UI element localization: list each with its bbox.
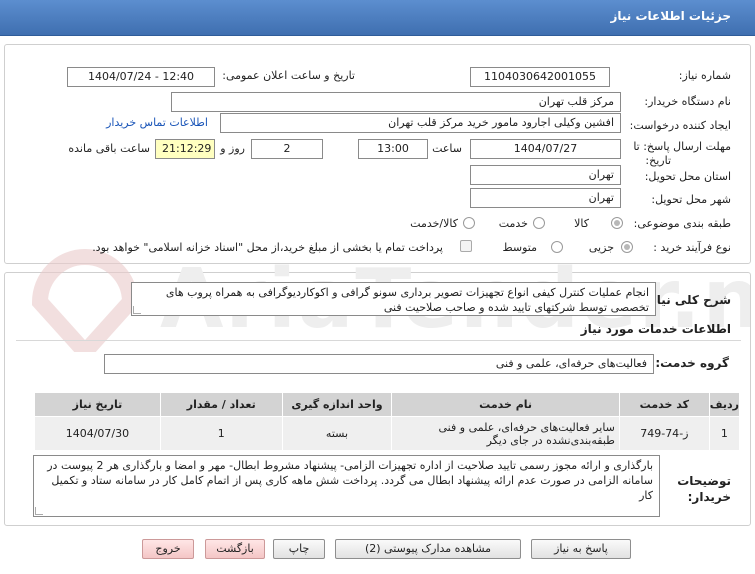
service-group-label: گروه خدمت: <box>655 356 729 370</box>
category-goods-label: کالا <box>574 217 589 230</box>
category-goods-service-radio[interactable] <box>463 217 475 229</box>
creator-value: افشین وکیلی اجارود مامور خرید مرکز قلب ت… <box>220 113 621 133</box>
reply-button[interactable]: پاسخ به نیاز <box>531 539 631 559</box>
exit-button[interactable]: خروج <box>142 539 194 559</box>
summary-label: شرح کلی نیاز: <box>645 293 731 307</box>
buyer-label: نام دستگاه خریدار: <box>644 95 731 108</box>
resize-grip-icon[interactable] <box>35 507 43 515</box>
cell-qty: 1 <box>159 416 283 451</box>
category-goods-service-label: کالا/خدمت <box>410 217 458 230</box>
deadline-label-date: تاریخ: <box>645 154 671 167</box>
col-unit-header: واحد اندازه گیری <box>281 392 393 417</box>
time-remaining-value: 21:12:29 <box>155 139 215 159</box>
process-minor-label: جزیی <box>588 241 614 254</box>
category-label: طبقه بندی موضوعی: <box>633 217 731 230</box>
process-minor-radio[interactable] <box>621 241 633 253</box>
category-service-label: خدمت <box>498 217 528 230</box>
need-number-value: 1104030642001055 <box>470 67 610 87</box>
treasury-payment-note: پرداخت تمام یا بخشی از مبلغ خرید،از محل … <box>92 241 443 254</box>
summary-text: انجام عملیات کنترل کیفی انواع تجهیزات تص… <box>131 282 656 316</box>
category-service-radio[interactable] <box>533 217 545 229</box>
buyer-value: مرکز قلب تهران <box>171 92 621 112</box>
city-value: تهران <box>470 188 621 208</box>
days-remaining-value: 2 <box>251 139 323 159</box>
services-title: اطلاعات خدمات مورد نیاز <box>580 322 731 336</box>
resize-grip-icon[interactable] <box>133 306 141 314</box>
services-table: ردیف کد خدمت نام خدمت واحد اندازه گیری ت… <box>34 392 741 451</box>
deadline-time-label: ساعت <box>432 142 462 155</box>
col-qty-header: تعداد / مقدار <box>159 392 283 417</box>
process-medium-radio[interactable] <box>551 241 563 253</box>
notes-text-content: بارگذاری و ارائه مجوز رسمی تایید صلاحیت … <box>47 459 653 502</box>
buyer-contact-link[interactable]: اطلاعات تماس خریدار <box>106 116 208 129</box>
col-code-header: کد خدمت <box>618 392 710 417</box>
cell-code: ز-74-749 <box>618 416 710 451</box>
notes-label-2: خریدار: <box>687 490 731 504</box>
creator-label: ایجاد کننده درخواست: <box>629 119 731 132</box>
page-title: جزئیات اطلاعات نیاز <box>610 9 731 23</box>
days-label: روز و <box>220 142 245 155</box>
table-row: 1 ز-74-749 سایر فعالیت‌های حرفه‌ای، علمی… <box>34 416 741 451</box>
province-value: تهران <box>470 165 621 185</box>
back-button[interactable]: بازگشت <box>205 539 265 559</box>
category-goods-radio[interactable] <box>611 217 623 229</box>
city-label: شهر محل تحویل: <box>651 193 731 206</box>
deadline-date-value: 1404/07/27 <box>470 139 621 159</box>
col-date-header: تاریخ نیاز <box>34 392 161 417</box>
need-number-label: شماره نیاز: <box>678 69 731 82</box>
summary-text-content: انجام عملیات کنترل کیفی انواع تجهیزات تص… <box>165 286 649 314</box>
cell-date: 1404/07/30 <box>34 416 161 451</box>
province-label: استان محل تحویل: <box>644 170 731 183</box>
deadline-time-value: 13:00 <box>358 139 428 159</box>
cell-name: سایر فعالیت‌های حرفه‌ای، علمی و فنی طبقه… <box>391 416 620 451</box>
process-label: نوع فرآیند خرید : <box>653 241 731 254</box>
col-row-header: ردیف <box>708 392 741 417</box>
separator <box>16 340 741 341</box>
announce-date-label: تاریخ و ساعت اعلان عمومی: <box>222 69 355 82</box>
service-group-value: فعالیت‌های حرفه‌ای، علمی و فنی <box>104 354 654 374</box>
notes-text: بارگذاری و ارائه مجوز رسمی تایید صلاحیت … <box>33 455 660 517</box>
treasury-payment-checkbox[interactable] <box>460 240 472 252</box>
header-bar: جزئیات اطلاعات نیاز <box>0 0 755 36</box>
cell-unit: بسته <box>281 416 393 451</box>
attachments-button[interactable]: مشاهده مدارک پیوستی (2) <box>335 539 521 559</box>
deadline-label: مهلت ارسال پاسخ: تا <box>633 140 731 153</box>
notes-label: توضیحات <box>677 474 731 488</box>
col-name-header: نام خدمت <box>391 392 620 417</box>
print-button[interactable]: چاپ <box>273 539 325 559</box>
time-remaining-label: ساعت باقی مانده <box>68 142 150 155</box>
announce-date-value: 1404/07/24 - 12:40 <box>67 67 215 87</box>
table-header-row: ردیف کد خدمت نام خدمت واحد اندازه گیری ت… <box>34 392 741 417</box>
cell-row: 1 <box>708 416 741 451</box>
process-medium-label: متوسط <box>502 241 537 254</box>
